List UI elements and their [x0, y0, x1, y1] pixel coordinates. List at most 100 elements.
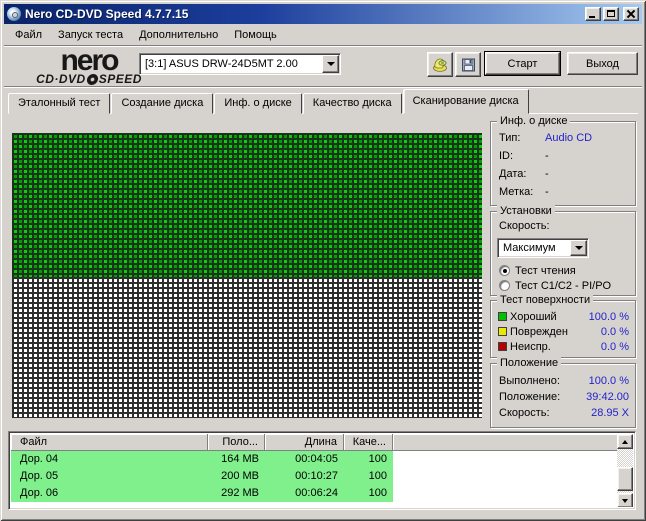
track-length: 00:06:24	[295, 487, 338, 499]
track-quality: 100	[368, 487, 387, 499]
surface-good-row: Хороший 100.0 %	[498, 310, 629, 323]
logo-cddvd-text: CD·DVD	[36, 72, 86, 86]
menu-run-test[interactable]: Запуск теста	[50, 27, 131, 43]
start-button[interactable]: Старт	[485, 52, 560, 75]
close-icon	[627, 10, 635, 18]
scroll-down-button[interactable]	[617, 493, 633, 507]
app-window: Nero CD-DVD Speed 4.7.7.15 Файл Запуск т…	[0, 0, 646, 521]
arrow-down-icon	[622, 498, 628, 503]
position-value: 39:42.00	[586, 391, 629, 403]
radio-c1c2-test[interactable]: Тест C1/C2 - PI/PO	[499, 279, 611, 292]
column-header-file[interactable]: Файл	[11, 434, 208, 451]
group-settings-title: Установки	[497, 205, 555, 217]
menu-extra[interactable]: Дополнительно	[131, 27, 226, 43]
tab-disc-info[interactable]: Инф. о диске	[214, 93, 302, 114]
tab-create-disc[interactable]: Создание диска	[111, 93, 214, 114]
group-disc-info-title: Инф. о диске	[497, 115, 571, 127]
disc-date-value: -	[545, 168, 549, 180]
cd-disc-icon	[7, 7, 21, 21]
drive-select-dropdown-button[interactable]	[322, 55, 339, 73]
radio-selected-icon[interactable]	[499, 265, 510, 276]
minimize-button[interactable]	[585, 7, 601, 21]
group-position: Положение Выполнено: 100.0 % Положение: …	[490, 357, 636, 428]
disc-type-label: Тип:	[499, 132, 521, 144]
group-surface-test-title: Тест поверхности	[497, 294, 594, 306]
title-bar[interactable]: Nero CD-DVD Speed 4.7.7.15	[4, 4, 642, 24]
track-file: Дор. 05	[20, 470, 59, 482]
hand-with-discs-icon	[432, 58, 447, 72]
exit-button[interactable]: Выход	[567, 52, 638, 75]
group-disc-info: Инф. о диске Тип: Audio CD ID: - Дата: -…	[490, 115, 636, 206]
speed-label: Скорость:	[499, 220, 550, 232]
menu-help[interactable]: Помощь	[226, 27, 285, 43]
radio-unselected-icon[interactable]	[499, 280, 510, 291]
column-header-quality[interactable]: Каче...	[344, 434, 393, 451]
track-quality: 100	[368, 453, 387, 465]
speed-value-label: Скорость:	[499, 407, 550, 419]
good-label: Хороший	[510, 310, 557, 323]
save-button[interactable]	[455, 52, 481, 77]
menu-file[interactable]: Файл	[7, 27, 50, 43]
damaged-value: 0.0 %	[600, 325, 629, 338]
surface-unreadable-row: Неиспр. 0.0 %	[498, 340, 629, 353]
disc-id-value: -	[545, 150, 549, 162]
tab-scan-disc[interactable]: Сканирование диска	[402, 89, 529, 114]
drive-select[interactable]: [3:1] ASUS DRW-24D5MT 2.00	[139, 53, 341, 75]
group-settings: Установки Скорость: Максимум Тест чтения…	[490, 205, 636, 296]
position-row: Положение: 39:42.00	[499, 391, 629, 405]
disc-label-label: Метка:	[499, 186, 534, 198]
radio-read-test-label: Тест чтения	[515, 264, 576, 277]
column-header-position[interactable]: Поло...	[208, 434, 265, 451]
column-header-length[interactable]: Длина	[265, 434, 344, 451]
window-title: Nero CD-DVD Speed 4.7.7.15	[25, 7, 189, 21]
speed-select[interactable]: Максимум	[497, 238, 589, 258]
minimize-icon	[589, 16, 595, 18]
position-label: Положение:	[499, 391, 561, 403]
chevron-down-icon	[574, 246, 583, 250]
radio-read-test[interactable]: Тест чтения	[499, 264, 576, 277]
unscanned-area	[12, 277, 482, 418]
track-quality: 100	[368, 470, 387, 482]
track-row[interactable]: Дор. 06 292 MB 00:06:24 100	[11, 485, 633, 502]
done-row: Выполнено: 100.0 %	[499, 375, 629, 389]
nero-logo-text: nero	[60, 44, 119, 77]
nero-logo: nero CD·DVD SPEED	[30, 44, 148, 86]
track-length: 00:10:27	[295, 470, 338, 482]
disc-info-row-id: ID: -	[499, 150, 629, 164]
save-floppy-icon	[461, 58, 475, 71]
arrow-up-icon	[622, 439, 628, 444]
group-surface-test: Тест поверхности Хороший 100.0 % Поврежд…	[490, 294, 636, 358]
unreadable-value: 0.0 %	[600, 340, 629, 353]
tab-disc-quality[interactable]: Качество диска	[302, 93, 402, 114]
track-row[interactable]: Дор. 05 200 MB 00:10:27 100	[11, 468, 633, 485]
tab-benchmark[interactable]: Эталонный тест	[8, 93, 111, 114]
scroll-up-button[interactable]	[617, 434, 633, 449]
disc-type-value: Audio CD	[545, 132, 593, 144]
unreadable-swatch-icon	[498, 342, 507, 351]
speed-value: 28.95 X	[591, 407, 629, 419]
track-row[interactable]: Дор. 04 164 MB 00:04:05 100	[11, 451, 633, 468]
maximize-button[interactable]	[603, 7, 619, 21]
radio-c1c2-test-label: Тест C1/C2 - PI/PO	[515, 279, 612, 292]
scrollbar-thumb[interactable]	[617, 467, 633, 491]
track-list-scrollbar[interactable]	[617, 434, 633, 507]
close-button[interactable]	[623, 7, 639, 21]
track-file: Дор. 04	[20, 453, 59, 465]
speed-select-dropdown-button[interactable]	[570, 240, 587, 256]
track-file: Дор. 06	[20, 487, 59, 499]
disc-info-row-label: Метка: -	[499, 186, 629, 200]
surface-damaged-row: Поврежден 0.0 %	[498, 325, 629, 338]
extras-button[interactable]	[427, 52, 453, 77]
track-position: 292 MB	[221, 487, 259, 499]
disc-glyph-icon	[85, 73, 99, 85]
nero-logo-subtext: CD·DVD SPEED	[30, 73, 148, 85]
scanned-good-area	[12, 133, 482, 277]
logo-speed-text: SPEED	[98, 72, 142, 86]
track-list-header: Файл Поло... Длина Каче...	[11, 434, 633, 451]
column-header-filler	[393, 434, 633, 451]
done-value: 100.0 %	[588, 375, 629, 387]
damaged-label: Поврежден	[510, 325, 568, 338]
surface-scan-grid	[12, 133, 482, 418]
good-swatch-icon	[498, 312, 507, 321]
track-length: 00:04:05	[295, 453, 338, 465]
